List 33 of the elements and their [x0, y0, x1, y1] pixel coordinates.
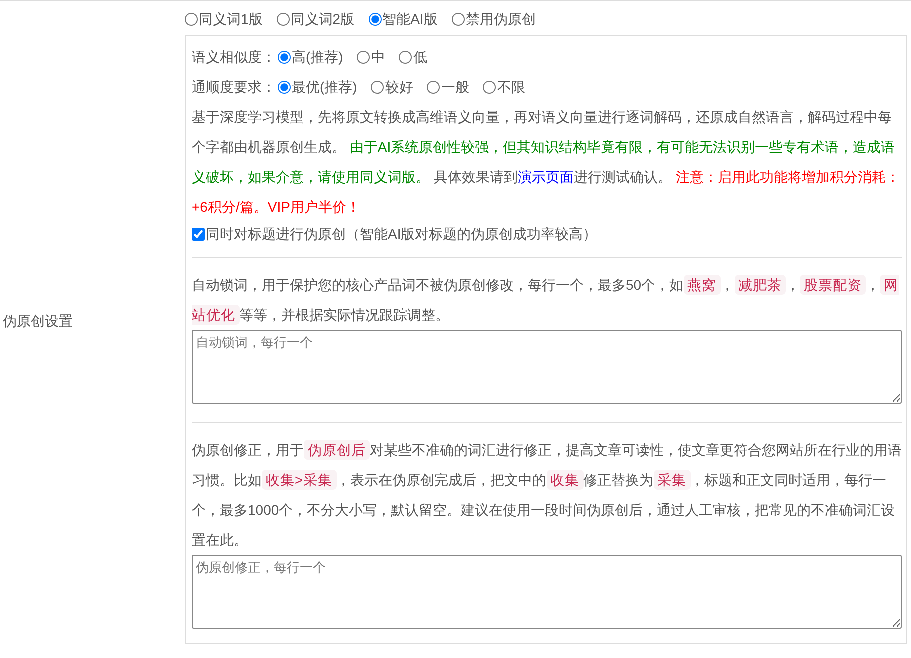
option-label[interactable]: 同义词2版 [290, 8, 355, 30]
lock-words-description: 自动锁词，用于保护您的核心产品词不被伪原创修改，每行一个，最多50个，如 燕窝 ， 减肥茶 ， 股票配资 ， 网站优化 等等，并根据实际情况跟踪调整。 [192, 274, 900, 326]
setting-label: 语义相似度： [192, 48, 276, 66]
radio-button[interactable] [368, 12, 382, 26]
option-label[interactable]: 智能AI版 [382, 8, 438, 30]
option-label[interactable]: 最优(推荐) [292, 76, 358, 98]
radio-button[interactable] [483, 80, 496, 94]
radio-button[interactable] [399, 50, 412, 64]
correction-description: 伪原创修正，用于 伪原创后 对某些不准确的词汇进行修正，提高文章可读性，使文章更符合您网站所在行业的用语习惯。比如 收集>采集 ，表示在伪原创完成后，把文中的 收集 修正替换为 采集 ，标题和正文同时适用，每行一个，最多1000个，不分大小写，默认留空。建议在使用一段时间伪原创后，通过人工审核，把常见的不准确词汇设置在此。 [192, 438, 902, 550]
option-label[interactable]: 不限 [497, 76, 526, 98]
option-label[interactable]: 中 [371, 46, 386, 68]
description-text: 基于深度学习模型，先将原文转换成高维语义向量，再对语义向量进行逐词解码，还原成自然语言，解码过程中每个字都由机器原创生成。 由于AI系统原创性较强，但其知识结构毕竟有限，有可能无法识别一些专有术语，造成语义破坏，如果介意，请使用同义词版。 具体效果请到演示页面进行测试确认。 注意：启用此功能将增加积分消耗：+6积分/篇。VIP用户半价！ [192, 108, 901, 217]
radio-button[interactable] [278, 80, 291, 94]
checkbox-label[interactable]: 同时对标题进行伪原创（智能AI版对标题的伪原创成功率较高） [206, 224, 598, 244]
radio-button[interactable] [452, 12, 465, 26]
radio-button[interactable] [427, 80, 440, 94]
option-label[interactable]: 禁用伪原创 [466, 8, 536, 30]
option-label[interactable]: 一般 [441, 76, 470, 98]
correction-field[interactable]: 伪原创修正，每行一个 [192, 554, 902, 628]
setting-label: 通顺度要求： [192, 78, 276, 96]
option-label[interactable]: 高(推荐) [292, 46, 344, 68]
section-label: 伪原创设置 [3, 312, 73, 331]
checkbox[interactable] [192, 228, 205, 240]
radio-button[interactable] [278, 50, 291, 64]
demo-link[interactable]: 演示页面 [518, 169, 574, 185]
option-label[interactable]: 低 [413, 46, 428, 68]
option-label[interactable]: 同义词1版 [199, 8, 263, 30]
option-label[interactable]: 较好 [385, 76, 414, 98]
radio-button[interactable] [185, 12, 198, 26]
radio-button[interactable] [276, 12, 290, 26]
radio-button[interactable] [371, 80, 384, 94]
radio-button[interactable] [357, 50, 370, 64]
lock-words-field[interactable]: 自动锁词，每行一个 [192, 330, 902, 404]
